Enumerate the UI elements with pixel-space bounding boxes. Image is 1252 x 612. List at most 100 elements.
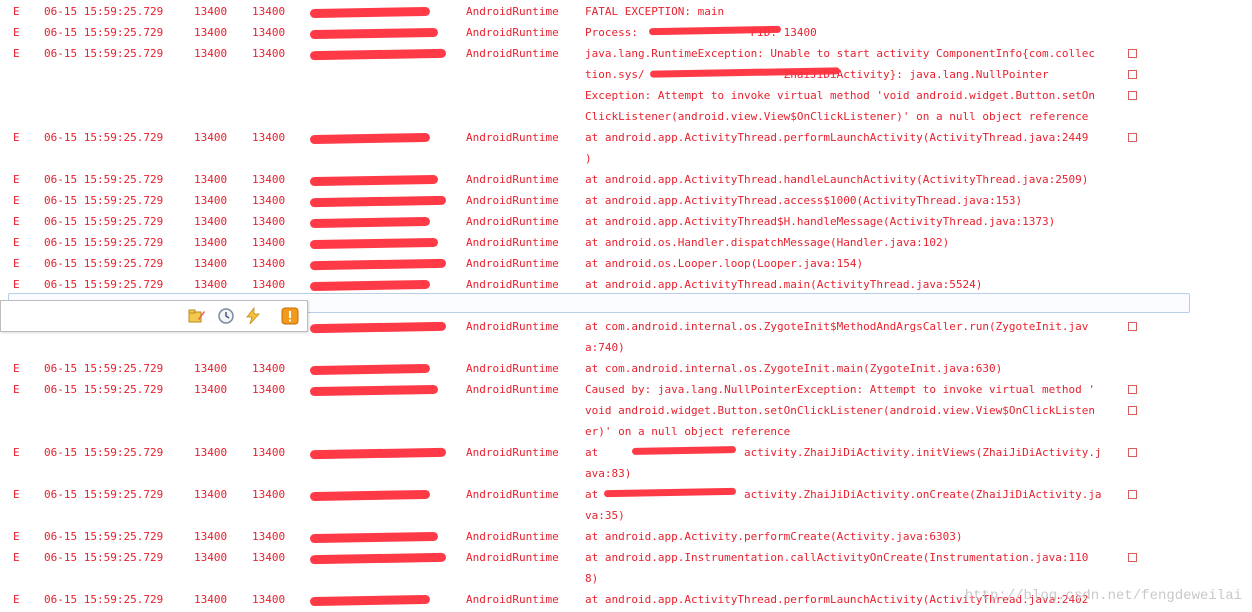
log-level: E (13, 194, 20, 207)
redaction-mark (309, 552, 447, 565)
log-tid: 13400 (252, 47, 286, 60)
line-wrap-icon (1128, 448, 1137, 457)
log-level: E (13, 383, 20, 396)
log-time: 06-15 15:59:25.729 (44, 257, 164, 270)
log-tid: 13400 (252, 236, 286, 249)
log-time: 06-15 15:59:25.729 (44, 551, 164, 564)
log-pid: 13400 (194, 488, 228, 501)
log-pid: 13400 (194, 530, 228, 543)
log-tid: 13400 (252, 593, 286, 606)
log-pid: 13400 (194, 131, 228, 144)
log-tag: AndroidRuntime (466, 26, 559, 39)
log-message: at android.os.Handler.dispatchMessage(Ha… (585, 236, 950, 249)
log-tid: 13400 (252, 551, 286, 564)
log-message: er)' on a null object reference (585, 425, 791, 438)
redaction-mark (309, 174, 439, 187)
log-time: 06-15 15:59:25.729 (44, 5, 164, 18)
redaction-mark (309, 258, 447, 271)
line-wrap-icon (1128, 133, 1137, 142)
log-tag: AndroidRuntime (466, 194, 559, 207)
log-message: at android.app.ActivityThread$H.handleMe… (585, 215, 1056, 228)
log-tid: 13400 (252, 194, 286, 207)
redaction-mark (309, 27, 439, 40)
log-tag: AndroidRuntime (466, 215, 559, 228)
redaction-mark (309, 447, 447, 460)
log-message: a:740) (585, 341, 625, 354)
log-tid: 13400 (252, 26, 286, 39)
line-wrap-icon (1128, 553, 1137, 562)
redaction-mark (309, 363, 431, 376)
log-level: E (13, 257, 20, 270)
log-time: 06-15 15:59:25.729 (44, 446, 164, 459)
log-message: ClickListener(android.view.View$OnClickL… (585, 110, 1089, 123)
log-level: E (13, 215, 20, 228)
log-level: E (13, 47, 20, 60)
line-wrap-icon (1128, 49, 1137, 58)
lightning-icon[interactable] (244, 307, 262, 325)
log-time: 06-15 15:59:25.729 (44, 194, 164, 207)
log-level: E (13, 362, 20, 375)
watermark-text: http://blog.csdn.net/fengdeweilai (964, 588, 1242, 604)
log-pid: 13400 (194, 383, 228, 396)
log-pid: 13400 (194, 194, 228, 207)
log-tag: AndroidRuntime (466, 5, 559, 18)
log-tag: AndroidRuntime (466, 257, 559, 270)
log-message: at android.app.ActivityThread.main(Activ… (585, 278, 983, 291)
line-wrap-icon (1128, 70, 1137, 79)
redaction-mark (309, 132, 431, 145)
log-message: void android.widget.Button.setOnClickLis… (585, 404, 1095, 417)
redaction-mark (309, 195, 447, 208)
warning-icon[interactable] (281, 307, 299, 325)
log-level: E (13, 593, 20, 606)
line-wrap-icon (1128, 490, 1137, 499)
redaction-mark (309, 594, 431, 607)
log-tid: 13400 (252, 530, 286, 543)
folder-edit-icon[interactable] (188, 307, 206, 325)
log-tid: 13400 (252, 446, 286, 459)
log-time: 06-15 15:59:25.729 (44, 26, 164, 39)
log-message: at android.app.ActivityThread.handleLaun… (585, 173, 1089, 186)
log-message: at android.app.ActivityThread.access$100… (585, 194, 1023, 207)
log-tag: AndroidRuntime (466, 362, 559, 375)
redaction-mark (309, 6, 431, 19)
log-level: E (13, 236, 20, 249)
log-pid: 13400 (194, 362, 228, 375)
log-tag: AndroidRuntime (466, 131, 559, 144)
log-tag: AndroidRuntime (466, 236, 559, 249)
log-tag: AndroidRuntime (466, 383, 559, 396)
log-time: 06-15 15:59:25.729 (44, 215, 164, 228)
log-tag: AndroidRuntime (466, 530, 559, 543)
log-tid: 13400 (252, 215, 286, 228)
log-time: 06-15 15:59:25.729 (44, 488, 164, 501)
log-time: 06-15 15:59:25.729 (44, 173, 164, 186)
log-time: 06-15 15:59:25.729 (44, 593, 164, 606)
log-time: 06-15 15:59:25.729 (44, 383, 164, 396)
log-time: 06-15 15:59:25.729 (44, 236, 164, 249)
redaction-mark (309, 489, 431, 502)
log-time: 06-15 15:59:25.729 (44, 278, 164, 291)
log-tag: AndroidRuntime (466, 47, 559, 60)
log-tid: 13400 (252, 257, 286, 270)
log-message: ) (585, 152, 592, 165)
log-tid: 13400 (252, 173, 286, 186)
clock-icon[interactable] (217, 307, 235, 325)
log-pid: 13400 (194, 551, 228, 564)
log-level: E (13, 278, 20, 291)
log-pid: 13400 (194, 47, 228, 60)
log-tag: AndroidRuntime (466, 173, 559, 186)
log-message: at com.android.internal.os.ZygoteInit.ma… (585, 362, 1003, 375)
log-message: at com.android.internal.os.ZygoteInit$Me… (585, 320, 1089, 333)
log-pid: 13400 (194, 236, 228, 249)
line-wrap-icon (1128, 385, 1137, 394)
log-tid: 13400 (252, 362, 286, 375)
log-tid: 13400 (252, 5, 286, 18)
log-message: va:35) (585, 509, 625, 522)
log-time: 06-15 15:59:25.729 (44, 530, 164, 543)
log-pid: 13400 (194, 593, 228, 606)
log-tag: AndroidRuntime (466, 278, 559, 291)
log-tag: AndroidRuntime (466, 446, 559, 459)
redaction-mark (309, 279, 431, 292)
log-level: E (13, 26, 20, 39)
log-pid: 13400 (194, 215, 228, 228)
log-message: 8) (585, 572, 599, 585)
